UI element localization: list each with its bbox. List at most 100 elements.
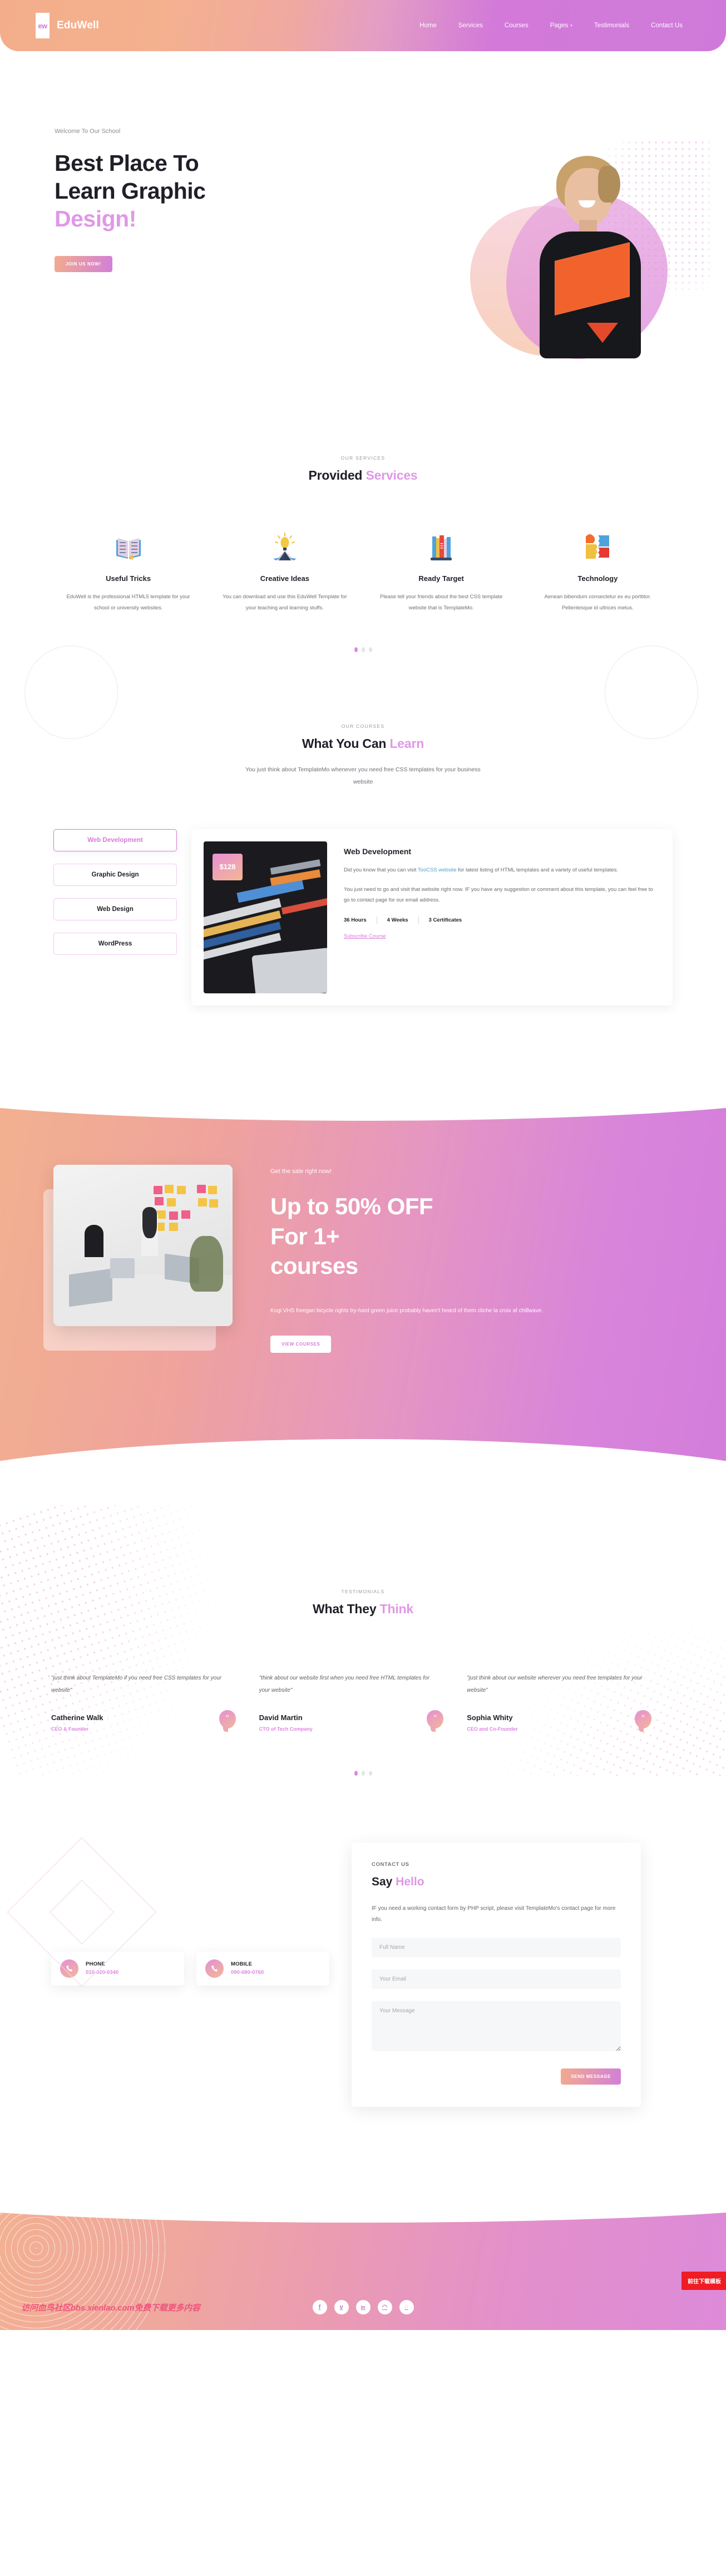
hero-section: Welcome To Our School Best Place To Lear…	[0, 61, 726, 373]
hero-illustration	[442, 139, 709, 362]
sticky-note	[154, 1185, 162, 1194]
contact-card-mobile[interactable]: MOBILE 090-080-0760	[196, 1951, 329, 1986]
course-tabs: Web Development Graphic Design Web Desig…	[53, 829, 177, 955]
nav-label: Courses	[504, 22, 529, 29]
testimonials-grid: "just think about TemplateMo if you need…	[0, 1672, 726, 1732]
nav-item-courses[interactable]: Courses	[505, 22, 529, 29]
quote-bubble-icon: ”	[219, 1710, 236, 1732]
watermark-text: 访问血鸟社区bbs.xienlao.com免费下载更多内容	[21, 2303, 200, 2313]
course-thumbnail: $128	[204, 841, 327, 993]
carousel-dot-2[interactable]	[361, 1770, 365, 1776]
header-bar: ew EduWell Home Services Courses Pages ▾ …	[0, 0, 726, 51]
sale-title-line1: Up to 50% OFF	[270, 1193, 433, 1219]
join-us-now-button[interactable]: JOIN US NOW!	[55, 256, 112, 273]
service-card[interactable]: Ready Target Please tell your friends ab…	[363, 526, 520, 614]
testimonial-card: "just think about our website wherever y…	[467, 1672, 675, 1732]
facebook-icon[interactable]: f	[312, 2299, 327, 2314]
course-detail-card: $128 Web Development Did you know that y…	[191, 829, 673, 1006]
rss-icon[interactable]: ◠	[377, 2299, 392, 2314]
dribbble-icon[interactable]: ◌	[399, 2299, 414, 2314]
course-info: Web Development Did you know that you ca…	[344, 841, 660, 993]
hair-shape-side	[598, 166, 620, 203]
nav-label: Pages	[550, 22, 569, 29]
course-para1-after: for latest listing of HTML templates and…	[456, 866, 619, 873]
brand-name: EduWell	[57, 19, 99, 31]
download-template-button[interactable]: 前往下载模板	[681, 2271, 726, 2290]
carousel-dot-3[interactable]	[368, 647, 372, 652]
book-stack-icon	[378, 526, 505, 561]
tab-graphic-design[interactable]: Graphic Design	[53, 863, 177, 886]
logo-icon: ew	[36, 13, 50, 38]
service-card[interactable]: Useful Tricks EduWell is the professiona…	[50, 526, 206, 614]
linkedin-icon[interactable]: in	[355, 2299, 371, 2314]
service-name: Useful Tricks	[106, 574, 151, 583]
nav-item-home[interactable]: Home	[419, 22, 437, 29]
send-message-button[interactable]: SEND MESSAGE	[561, 2068, 621, 2085]
tab-wordpress[interactable]: WordPress	[53, 932, 177, 955]
tab-web-development[interactable]: Web Development	[53, 829, 177, 851]
service-desc: You can download and use this EduWell Te…	[222, 594, 347, 611]
hero-copy: Welcome To Our School Best Place To Lear…	[55, 128, 344, 273]
brand[interactable]: ew EduWell	[36, 13, 99, 38]
carousel-dot-1[interactable]	[354, 1770, 358, 1776]
testimonials-title-main: What They	[312, 1601, 380, 1616]
contact-value: 090-080-0760	[231, 1969, 264, 1976]
carousel-dot-2[interactable]	[361, 647, 365, 652]
contact-label: MOBILE	[231, 1961, 253, 1968]
dot-wave-decoration-right	[457, 1523, 726, 1776]
sale-copy: Get the sale right now! Up to 50% OFF Fo…	[270, 1165, 673, 1353]
service-card[interactable]: Creative Ideas You can download and use …	[206, 526, 363, 614]
page-title: Best Place To Learn Graphic Design!	[55, 149, 344, 233]
sticky-note	[165, 1184, 174, 1193]
testimonial-quote: "just think about our website wherever y…	[467, 1674, 643, 1693]
services-section: OUR SERVICES Provided Services Useful Tr…	[0, 373, 726, 739]
message-textarea[interactable]	[372, 2001, 621, 2051]
sticky-note	[167, 1198, 176, 1206]
toocss-website-link[interactable]: TooCSS website	[418, 867, 457, 873]
hero-title-line2: Learn Graphic	[55, 178, 206, 204]
sticky-note	[177, 1185, 186, 1194]
sale-description: Kogi VHS freegan bicycle rights try-hard…	[270, 1308, 543, 1314]
testimonial-name: David Martin	[259, 1713, 303, 1722]
service-card[interactable]: Technology Aenean bibendum consectetur e…	[520, 526, 676, 614]
subscribe-course-link[interactable]: Subscribe Course	[344, 933, 386, 939]
carousel-dot-3[interactable]	[368, 1770, 372, 1776]
quote-bubble-icon: ”	[427, 1710, 444, 1732]
courses-section: OUR COURSES What You Can Learn You just …	[0, 652, 726, 1072]
services-carousel-pagination[interactable]	[0, 647, 726, 652]
full-name-input[interactable]	[372, 1937, 621, 1957]
course-paragraph-2: You just need to go and visit that websi…	[344, 886, 653, 903]
idea-bulb-book-icon	[221, 526, 348, 561]
dot-wave-decoration-left	[0, 1505, 305, 1776]
services-title-main: Provided	[308, 468, 366, 482]
footer-curve	[0, 2189, 726, 2223]
service-name: Creative Ideas	[260, 574, 309, 583]
services-kicker: OUR SERVICES	[340, 455, 386, 461]
twitter-icon[interactable]: ᴠ	[334, 2299, 349, 2314]
courses-subtitle: You just think about TemplateMo whenever…	[245, 766, 481, 785]
main-nav: Home Services Courses Pages ▾ Testimonial…	[419, 22, 690, 29]
email-input[interactable]	[372, 1969, 621, 1989]
sticky-note	[198, 1198, 207, 1206]
nav-item-pages[interactable]: Pages ▾	[550, 22, 572, 29]
carousel-dot-1[interactable]	[354, 647, 358, 652]
hero-title-accent: Design!	[55, 206, 136, 232]
service-desc: EduWell is the professional HTML5 templa…	[66, 594, 190, 611]
sale-photo-wrapper	[43, 1164, 237, 1353]
courses-title-accent: Learn	[389, 736, 424, 751]
view-courses-button[interactable]: VIEW COURSES	[270, 1336, 332, 1353]
testimonial-name: Sophia Whity	[467, 1713, 513, 1722]
sale-kicker: Get the sale right now!	[270, 1168, 332, 1175]
sticky-note	[209, 1199, 218, 1208]
sale-photo	[53, 1164, 233, 1326]
testimonial-card: "think about our website first when you …	[259, 1672, 467, 1732]
nav-item-testimonials[interactable]: Testimonials	[594, 22, 629, 29]
course-meta-hours: 36 Hours	[344, 917, 367, 924]
nav-label: Contact Us	[651, 22, 683, 29]
contact-title-accent: Hello	[396, 1875, 424, 1888]
sale-section: Get the sale right now! Up to 50% OFF Fo…	[0, 1082, 726, 1505]
tab-web-design[interactable]: Web Design	[53, 898, 177, 920]
nav-item-contact-us[interactable]: Contact Us	[651, 22, 683, 29]
course-title: Web Development	[344, 846, 412, 856]
nav-item-services[interactable]: Services	[458, 22, 483, 29]
